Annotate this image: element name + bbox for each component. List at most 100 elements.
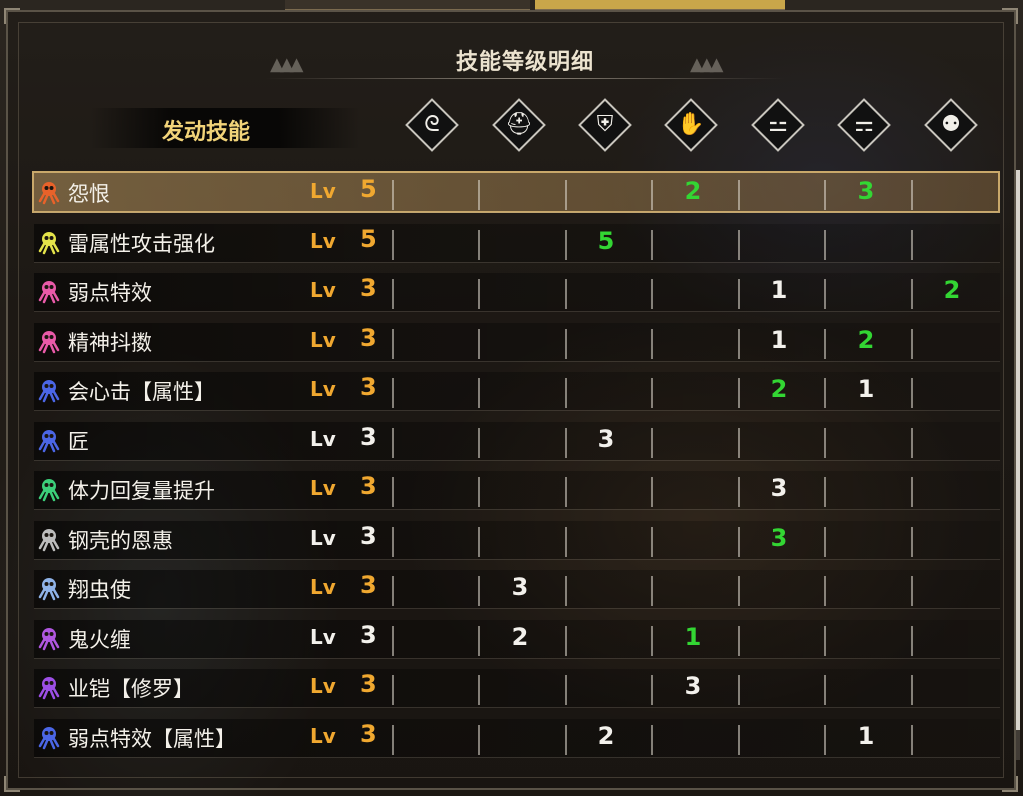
frame-corner <box>4 8 20 24</box>
column-separator <box>392 576 394 606</box>
frame-corner <box>1002 8 1018 24</box>
skill-name: 钢壳的恩惠 <box>68 528 173 553</box>
level-label: Lv <box>310 575 336 599</box>
icon-glyph: ⚉ <box>941 112 961 137</box>
skill-level: 3 <box>360 521 377 550</box>
skill-level: 3 <box>360 620 377 649</box>
weapon-icon: ᘓ <box>402 98 462 152</box>
skill-row[interactable]: 翔虫使 Lv 3 3 <box>30 562 1000 611</box>
skill-gem-icon <box>36 229 62 255</box>
column-separator <box>911 229 913 260</box>
icon-glyph: ⛨ <box>596 112 614 137</box>
skill-points-waist: 3 <box>770 474 788 502</box>
row-divider <box>34 558 1000 560</box>
column-separator <box>651 180 653 210</box>
chest-icon: ⛨ <box>575 98 635 152</box>
column-separator <box>478 427 480 458</box>
column-separator <box>738 724 740 755</box>
level-label: Lv <box>310 278 336 302</box>
column-separator <box>478 576 480 606</box>
frame-corner <box>4 776 20 792</box>
skills-header: 发动技能 <box>90 108 360 148</box>
skill-name: 弱点特效【属性】 <box>68 726 236 751</box>
column-separator <box>824 229 826 260</box>
scrollbar-thumb[interactable] <box>1016 170 1020 730</box>
column-separator <box>824 279 826 309</box>
frame-corner <box>1002 776 1018 792</box>
skill-points-legs: 1 <box>857 721 875 750</box>
title-underline <box>265 78 785 79</box>
skill-level: 3 <box>360 719 377 748</box>
column-separator <box>392 328 394 359</box>
skill-row[interactable]: 精神抖擞 Lv 3 1 2 <box>30 315 1000 364</box>
skill-level: 3 <box>360 670 377 698</box>
skill-row[interactable]: 怨恨 Lv 5 2 3 <box>30 166 1000 215</box>
skill-name: 弱点特效 <box>68 281 152 305</box>
skill-row[interactable]: 弱点特效【属性】 Lv 3 2 1 <box>30 711 1000 760</box>
skill-points-helm: 2 <box>511 622 529 651</box>
helm-icon: ⛑ <box>489 98 549 152</box>
column-separator <box>478 229 480 260</box>
column-separator <box>738 229 740 260</box>
skill-points-arms: 2 <box>684 177 702 205</box>
skill-gem-icon <box>36 526 62 552</box>
column-separator <box>738 576 740 606</box>
column-separator <box>392 724 394 755</box>
skill-row[interactable]: 弱点特效 Lv 3 1 2 <box>30 265 1000 314</box>
row-divider <box>34 657 1000 659</box>
column-separator <box>911 576 913 606</box>
skill-row[interactable]: 匠 Lv 3 3 <box>30 414 1000 463</box>
row-divider <box>34 608 1000 609</box>
tab-right-active[interactable] <box>535 0 785 10</box>
skill-name: 业铠【修罗】 <box>68 677 194 701</box>
column-separator <box>824 675 826 705</box>
column-separator <box>911 378 913 408</box>
skill-level: 3 <box>360 571 377 599</box>
column-separator <box>565 328 567 359</box>
row-divider <box>34 410 1000 411</box>
column-separator <box>651 724 653 755</box>
column-separator <box>651 378 653 408</box>
skill-gem-icon <box>36 179 62 205</box>
column-separator <box>738 526 740 557</box>
skill-points-arms: 1 <box>684 622 702 651</box>
level-label: Lv <box>310 674 336 698</box>
column-separator <box>651 279 653 309</box>
column-separator <box>565 526 567 557</box>
level-label: Lv <box>310 723 336 748</box>
skill-points-arms: 3 <box>684 672 702 700</box>
column-separator <box>565 180 567 210</box>
tab-left[interactable] <box>285 0 530 10</box>
column-separator <box>478 180 480 210</box>
skill-row[interactable]: 鬼火缠 Lv 3 2 1 <box>30 612 1000 661</box>
skill-row[interactable]: 雷属性攻击强化 Lv 5 5 <box>30 216 1000 265</box>
skill-name: 雷属性攻击强化 <box>68 231 215 256</box>
skill-row[interactable]: 会心击【属性】 Lv 3 2 1 <box>30 364 1000 413</box>
column-separator <box>392 675 394 705</box>
column-separator <box>565 229 567 260</box>
column-separator <box>651 576 653 606</box>
column-separator <box>738 625 740 656</box>
skill-row[interactable]: 业铠【修罗】 Lv 3 3 <box>30 661 1000 710</box>
level-label: Lv <box>310 624 336 649</box>
skill-gem-icon <box>36 377 62 403</box>
skill-level: 3 <box>360 472 377 500</box>
column-separator <box>824 180 826 210</box>
skill-gem-icon <box>36 724 62 750</box>
legs-icon: ⚎ <box>834 98 894 152</box>
level-label: Lv <box>310 426 336 451</box>
column-separator <box>738 427 740 458</box>
skill-points-chest: 3 <box>597 424 615 453</box>
column-separator <box>824 378 826 408</box>
level-label: Lv <box>310 476 336 500</box>
column-separator <box>738 180 740 210</box>
arms-icon: ✋ <box>661 98 721 152</box>
row-divider <box>34 707 1000 708</box>
column-separator <box>478 625 480 656</box>
skill-row[interactable]: 钢壳的恩惠 Lv 3 3 <box>30 513 1000 562</box>
column-separator <box>911 625 913 656</box>
column-separator <box>911 180 913 210</box>
skill-row[interactable]: 体力回复量提升 Lv 3 3 <box>30 463 1000 512</box>
skill-name: 会心击【属性】 <box>68 380 215 404</box>
column-separator <box>565 724 567 755</box>
